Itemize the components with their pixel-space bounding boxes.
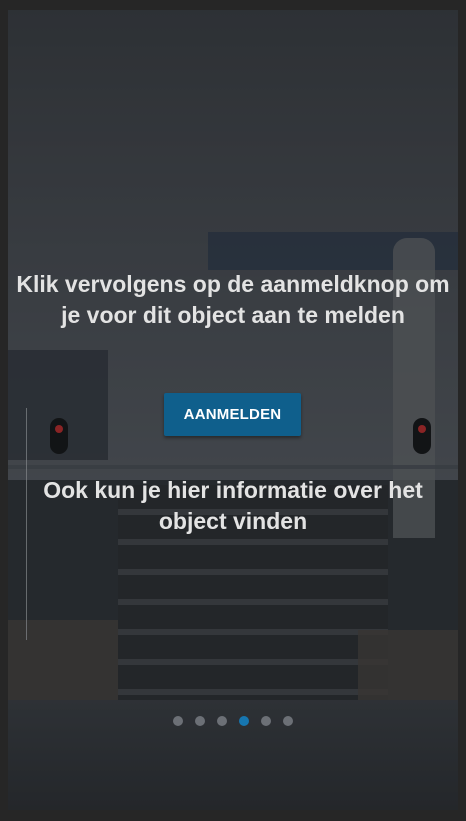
pagination-dot-2[interactable] bbox=[195, 716, 205, 726]
pagination-dots bbox=[8, 716, 458, 726]
pagination-dot-1[interactable] bbox=[173, 716, 183, 726]
onboarding-screen: Klik vervolgens op de aanmeldknop om je … bbox=[8, 10, 458, 810]
pagination-dot-5[interactable] bbox=[261, 716, 271, 726]
instruction-text-top: Klik vervolgens op de aanmeldknop om je … bbox=[16, 271, 450, 328]
pagination-dot-3[interactable] bbox=[217, 716, 227, 726]
instruction-text-bottom: Ook kun je hier informatie over het obje… bbox=[43, 477, 423, 534]
aanmelden-button[interactable]: AANMELDEN bbox=[164, 393, 301, 436]
pagination-dot-6[interactable] bbox=[283, 716, 293, 726]
pagination-dot-4[interactable] bbox=[239, 716, 249, 726]
